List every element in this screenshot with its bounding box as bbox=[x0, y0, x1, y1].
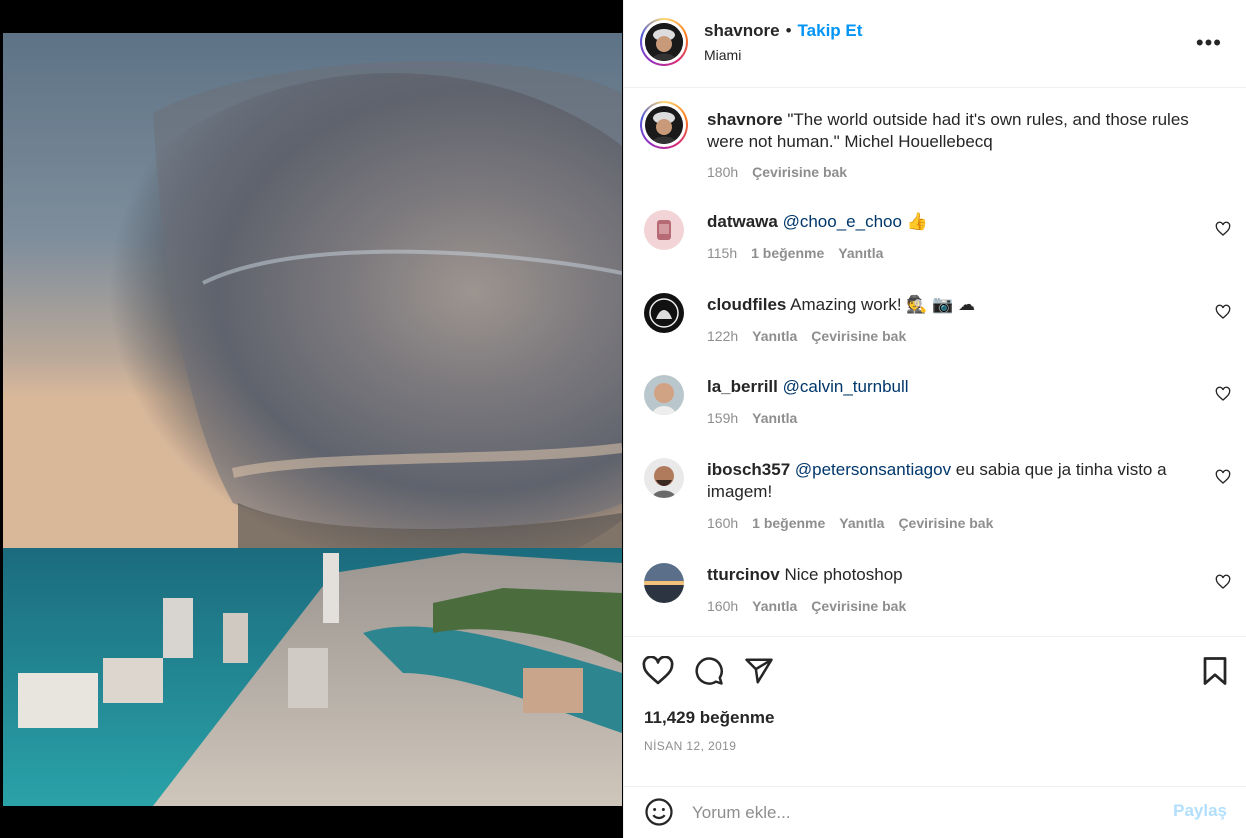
comment-heart-icon[interactable] bbox=[1215, 469, 1231, 485]
comment-username[interactable]: ibosch357 bbox=[707, 460, 790, 479]
comment-heart-icon[interactable] bbox=[1215, 304, 1231, 320]
author-line: shavnore • Takip Et bbox=[704, 21, 862, 41]
caption-avatar[interactable] bbox=[640, 101, 688, 149]
comment-translate[interactable]: Çevirisine bak bbox=[898, 515, 993, 531]
caption-username[interactable]: shavnore bbox=[707, 110, 783, 129]
comment-likes[interactable]: 1 beğenme bbox=[752, 515, 825, 531]
comment-meta: 160h 1 beğenme Yanıtla Çevirisine bak bbox=[707, 515, 1007, 531]
caption-text-line: shavnore "The world outside had it's own… bbox=[707, 109, 1197, 153]
follow-button[interactable]: Takip Et bbox=[798, 21, 863, 40]
comment-translate[interactable]: Çevirisine bak bbox=[811, 328, 906, 344]
comment-time: 160h bbox=[707, 598, 739, 614]
author-avatar[interactable] bbox=[640, 18, 688, 66]
cloudfiles-avatar-image bbox=[644, 293, 684, 333]
comment-username[interactable]: tturcinov bbox=[707, 565, 780, 584]
post-header: shavnore • Takip Et Miami ••• bbox=[624, 0, 1246, 88]
comment-mention[interactable]: @petersonsantiagov bbox=[795, 460, 951, 479]
comment-username[interactable]: la_berrill bbox=[707, 377, 778, 396]
comment-icon[interactable] bbox=[694, 656, 724, 686]
heart-icon[interactable] bbox=[642, 656, 674, 686]
comment-meta: 160h Yanıtla Çevirisine bak bbox=[707, 598, 920, 614]
comment-meta: 159h Yanıtla bbox=[707, 410, 811, 426]
comment-translate[interactable]: Çevirisine bak bbox=[811, 598, 906, 614]
post-date[interactable]: NİSAN 12, 2019 bbox=[644, 739, 736, 753]
comment-avatar[interactable] bbox=[644, 293, 684, 333]
share-icon[interactable] bbox=[744, 656, 774, 686]
like-count[interactable]: 11,429 beğenme bbox=[644, 708, 774, 728]
comment-avatar[interactable] bbox=[644, 375, 684, 415]
comment-time: 122h bbox=[707, 328, 739, 344]
post-location[interactable]: Miami bbox=[704, 47, 741, 63]
comment-meta: 122h Yanıtla Çevirisine bak bbox=[707, 328, 920, 344]
reply-button[interactable]: Yanıtla bbox=[752, 410, 797, 426]
post-modal: shavnore • Takip Et Miami ••• shavnore "… bbox=[0, 0, 1246, 838]
author-avatar-image bbox=[645, 23, 683, 61]
comment-avatar[interactable] bbox=[644, 458, 684, 498]
comment-time: 160h bbox=[707, 515, 739, 531]
comment-text-line: tturcinov Nice photoshop bbox=[707, 564, 1197, 586]
post-actions: 11,429 beğenme NİSAN 12, 2019 bbox=[624, 636, 1246, 786]
tturcinov-avatar-image bbox=[644, 563, 684, 603]
storm-over-miami-image bbox=[3, 33, 622, 806]
caption-avatar-image bbox=[645, 106, 683, 144]
post-comment-button[interactable]: Paylaş bbox=[1173, 801, 1227, 821]
comment-heart-icon[interactable] bbox=[1215, 574, 1231, 590]
reply-button[interactable]: Yanıtla bbox=[752, 328, 797, 344]
reply-button[interactable]: Yanıtla bbox=[839, 515, 884, 531]
post-photo[interactable] bbox=[3, 33, 622, 806]
reply-button[interactable]: Yanıtla bbox=[752, 598, 797, 614]
comment-mention[interactable]: @calvin_turnbull bbox=[783, 377, 909, 396]
comment-text-line: la_berrill @calvin_turnbull bbox=[707, 376, 1197, 398]
caption-time: 180h bbox=[707, 164, 739, 180]
comment-text-line: ibosch357 @petersonsantiagov eu sabia qu… bbox=[707, 459, 1197, 503]
comment-likes[interactable]: 1 beğenme bbox=[751, 245, 824, 261]
reply-button[interactable]: Yanıtla bbox=[838, 245, 883, 261]
comment-time: 159h bbox=[707, 410, 739, 426]
comment-avatar[interactable] bbox=[644, 210, 684, 250]
comment-time: 115h bbox=[707, 245, 738, 261]
add-comment-bar: Paylaş bbox=[624, 786, 1246, 838]
comments-list[interactable]: shavnore "The world outside had it's own… bbox=[624, 89, 1246, 635]
comment-heart-icon[interactable] bbox=[1215, 386, 1231, 402]
separator-dot: • bbox=[785, 21, 792, 40]
comment-meta: 115h 1 beğenme Yanıtla bbox=[707, 245, 897, 261]
comment-text-line: cloudfiles Amazing work! 🕵 📷 ☁ bbox=[707, 294, 1197, 316]
comment-heart-icon[interactable] bbox=[1215, 221, 1231, 237]
bookmark-icon[interactable] bbox=[1201, 656, 1229, 686]
caption-translate[interactable]: Çevirisine bak bbox=[752, 164, 847, 180]
ibosch357-avatar-image bbox=[644, 458, 684, 498]
more-icon[interactable]: ••• bbox=[1196, 30, 1222, 56]
la-berrill-avatar-image bbox=[644, 375, 684, 415]
datwawa-avatar-image bbox=[644, 210, 684, 250]
comment-text: Nice photoshop bbox=[784, 565, 903, 584]
comment-mention[interactable]: @choo_e_choo bbox=[783, 212, 902, 231]
comment-input[interactable] bbox=[692, 797, 1152, 829]
media-pane bbox=[0, 0, 623, 838]
caption-meta: 180h Çevirisine bak bbox=[707, 164, 861, 180]
comment-avatar[interactable] bbox=[644, 563, 684, 603]
comment-username[interactable]: datwawa bbox=[707, 212, 778, 231]
comment-text: Amazing work! 🕵 📷 ☁ bbox=[790, 295, 976, 314]
comment-text: 👍 bbox=[901, 212, 928, 231]
comment-username[interactable]: cloudfiles bbox=[707, 295, 786, 314]
author-username[interactable]: shavnore bbox=[704, 21, 780, 40]
comment-text-line: datwawa @choo_e_choo 👍 bbox=[707, 211, 1197, 233]
post-sidebar: shavnore • Takip Et Miami ••• shavnore "… bbox=[623, 0, 1246, 838]
emoji-icon[interactable] bbox=[644, 797, 674, 827]
